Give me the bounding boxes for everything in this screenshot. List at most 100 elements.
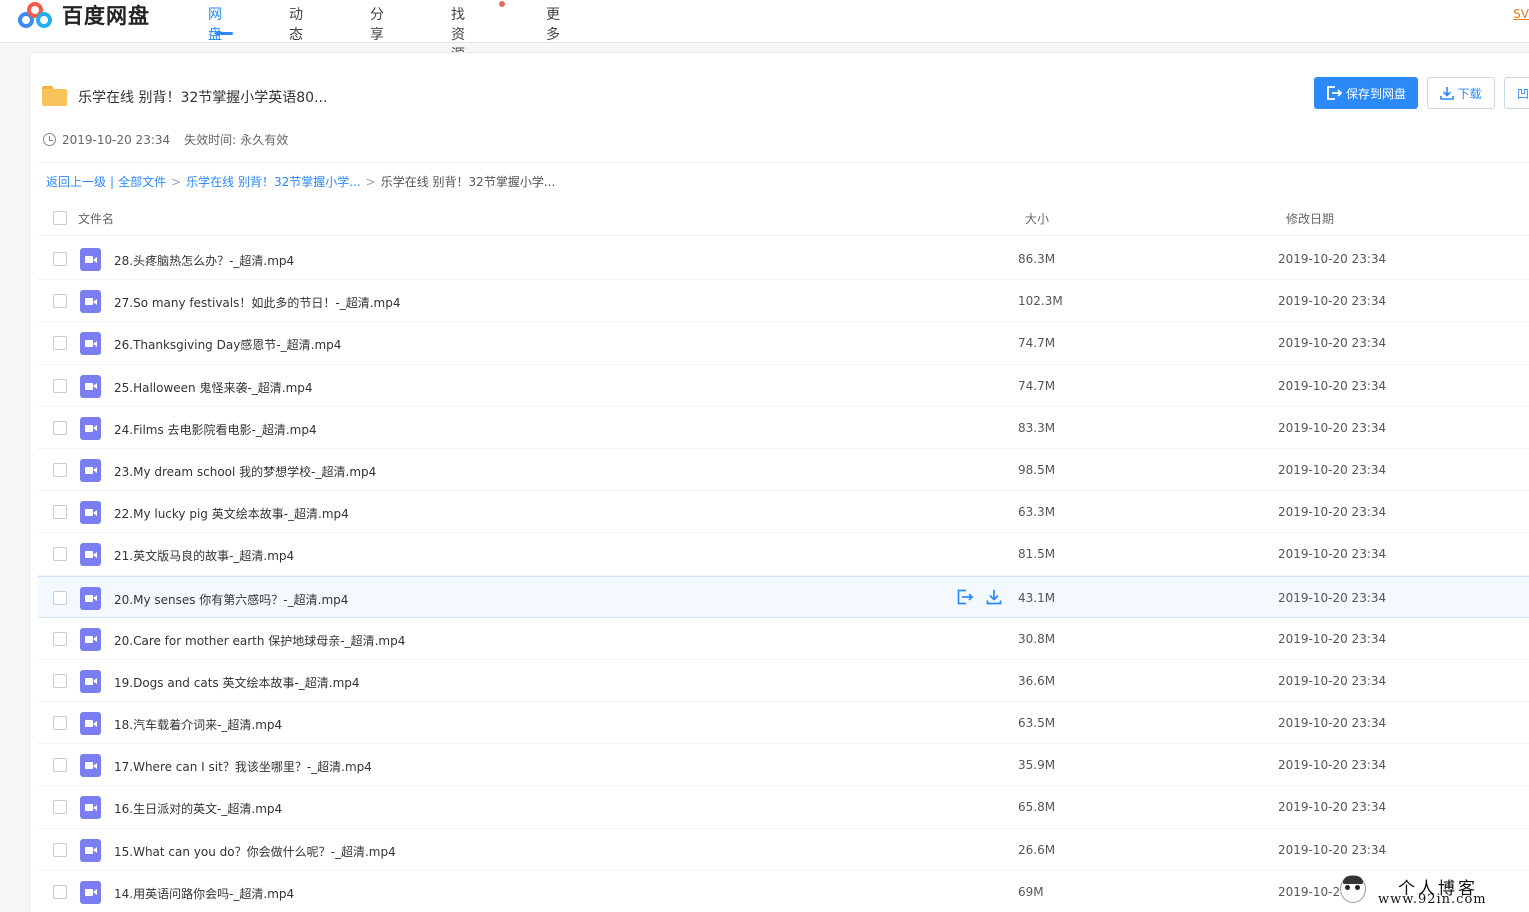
file-row[interactable]: 20.Care for mother earth 保护地球母亲-_超清.mp4 3… (38, 618, 1529, 660)
file-size: 81.5M (1018, 547, 1056, 562)
breadcrumb-parent-folder[interactable]: 乐学在线 别背！32节掌握小学... (186, 173, 361, 190)
file-name[interactable]: 27.So many festivals！如此多的节日！-_超清.mp4 (114, 294, 400, 311)
file-name[interactable]: 21.英文版马良的故事-_超清.mp4 (114, 547, 294, 564)
cloud-logo-icon (18, 0, 54, 30)
column-header-size[interactable]: 大小 (1025, 210, 1049, 227)
file-name[interactable]: 15.What can you do？你会做什么呢？-_超清.mp4 (114, 843, 396, 860)
file-name[interactable]: 14.用英语问路你会吗-_超清.mp4 (114, 885, 294, 902)
share-meta: 2019-10-20 23:34 失效时间: 永久有效 (43, 131, 288, 148)
row-checkbox[interactable] (53, 590, 67, 605)
breadcrumb-divider: | (110, 174, 115, 189)
row-checkbox[interactable] (53, 378, 67, 393)
file-name[interactable]: 26.Thanksgiving Day感恩节-_超清.mp4 (114, 336, 341, 353)
file-name[interactable]: 25.Halloween 鬼怪来袭-_超清.mp4 (114, 379, 313, 396)
nav-item-activity[interactable]: 动态 (289, 4, 303, 44)
row-checkbox[interactable] (53, 547, 67, 562)
file-name[interactable]: 24.Films 去电影院看电影-_超清.mp4 (114, 421, 317, 438)
file-row[interactable]: 23.My dream school 我的梦想学校-_超清.mp4 98.5M 20… (38, 449, 1529, 492)
file-size: 63.5M (1018, 716, 1056, 731)
file-name[interactable]: 28.头疼脑热怎么办？-_超清.mp4 (114, 252, 294, 269)
active-tab-indicator (215, 32, 233, 35)
row-checkbox[interactable] (53, 842, 67, 857)
file-name[interactable]: 18.汽车载着介词来-_超清.mp4 (114, 716, 282, 733)
nav-item-more[interactable]: 更多 (546, 4, 560, 44)
row-checkbox[interactable] (53, 462, 67, 477)
file-row[interactable]: 28.头疼脑热怎么办？-_超清.mp4 86.3M 2019-10-20 23:34 (38, 238, 1529, 281)
select-all-checkbox[interactable] (53, 211, 67, 225)
file-size: 102.3M (1018, 294, 1063, 309)
row-checkbox[interactable] (53, 505, 67, 520)
file-row[interactable]: 21.英文版马良的故事-_超清.mp4 81.5M 2019-10-20 23:34 (38, 533, 1529, 576)
download-icon[interactable] (986, 589, 1002, 605)
top-nav-bar: 百度网盘 网盘 动态 分享 找资源 更多 SV (0, 0, 1529, 63)
file-date: 2019-10-20 23:34 (1278, 716, 1387, 731)
file-date: 2019-10-20 23:34 (1278, 420, 1387, 435)
file-row[interactable]: 18.汽车载着介词来-_超清.mp4 63.5M 2019-10-20 23:34 (38, 702, 1529, 745)
file-row[interactable]: 22.My lucky pig 英文绘本故事-_超清.mp4 63.3M 2019-… (38, 491, 1529, 534)
video-file-icon (80, 627, 101, 651)
file-size: 83.3M (1018, 420, 1056, 435)
file-size: 74.7M (1018, 378, 1056, 393)
download-button[interactable]: 下载 (1427, 77, 1495, 109)
row-checkbox[interactable] (53, 716, 67, 731)
file-row[interactable]: 26.Thanksgiving Day感恩节-_超清.mp4 74.7M 2019-… (38, 322, 1529, 365)
file-name[interactable]: 22.My lucky pig 英文绘本故事-_超清.mp4 (114, 505, 349, 522)
file-row[interactable]: 27.So many festivals！如此多的节日！-_超清.mp4 102.… (38, 280, 1529, 323)
avatar (1340, 875, 1366, 903)
share-title: 乐学在线 别背！32节掌握小学英语80... (78, 90, 328, 106)
file-name[interactable]: 19.Dogs and cats 英文绘本故事-_超清.mp4 (114, 674, 360, 691)
row-checkbox[interactable] (53, 336, 67, 351)
file-size: 98.5M (1018, 462, 1056, 477)
video-file-icon (80, 669, 101, 693)
breadcrumb-back[interactable]: 返回上一级 (46, 173, 106, 190)
watermark-url: www.92in.com (1378, 892, 1487, 907)
breadcrumb: 返回上一级 | 全部文件 > 乐学在线 别背！32节掌握小学... > 乐学在线… (46, 173, 555, 190)
video-file-icon (80, 543, 101, 567)
download-button-label: 下载 (1457, 86, 1482, 101)
row-checkbox[interactable] (53, 673, 67, 688)
video-file-icon (80, 880, 101, 904)
row-checkbox[interactable] (53, 758, 67, 773)
save-to-netdisk-button[interactable]: 保存到网盘 (1314, 77, 1418, 109)
row-checkbox[interactable] (53, 884, 67, 899)
row-checkbox[interactable] (53, 420, 67, 435)
nav-item-netdisk[interactable]: 网盘 (208, 4, 222, 44)
file-row[interactable]: 16.生日派对的英文-_超清.mp4 65.8M 2019-10-20 23:34 (38, 786, 1529, 829)
video-file-icon (80, 290, 101, 314)
breadcrumb-all-files[interactable]: 全部文件 (118, 173, 166, 190)
file-size: 65.8M (1018, 800, 1056, 815)
file-name[interactable]: 16.生日派对的英文-_超清.mp4 (114, 800, 282, 817)
video-file-icon (80, 416, 101, 440)
file-size: 74.7M (1018, 336, 1056, 351)
file-row[interactable]: 25.Halloween 鬼怪来袭-_超清.mp4 74.7M 2019-10-20… (38, 365, 1529, 407)
breadcrumb-current-folder: 乐学在线 别背！32节掌握小学... (380, 175, 556, 189)
file-name[interactable]: 20.My senses 你有第六感吗？-_超清.mp4 (114, 591, 348, 608)
row-checkbox[interactable] (53, 800, 67, 815)
file-name[interactable]: 20.Care for mother earth 保护地球母亲-_超清.mp4 (114, 632, 405, 649)
logo[interactable]: 百度网盘 (18, 0, 150, 30)
user-link[interactable]: SV (1513, 7, 1529, 21)
file-name[interactable]: 23.My dream school 我的梦想学校-_超清.mp4 (114, 463, 376, 480)
row-checkbox[interactable] (53, 294, 67, 309)
file-row[interactable]: 19.Dogs and cats 英文绘本故事-_超清.mp4 36.6M 2019… (38, 660, 1529, 703)
save-icon[interactable] (956, 589, 974, 605)
more-button-label: 凹 (1517, 86, 1529, 101)
more-actions-button[interactable]: 凹 (1504, 77, 1529, 109)
file-row[interactable]: 20.My senses 你有第六感吗？-_超清.mp4 43.1M 2019-10… (38, 575, 1529, 618)
file-row[interactable]: 14.用英语问路你会吗-_超清.mp4 69M 2019-10-2 (38, 871, 1529, 912)
expire-label: 失效时间: (184, 133, 237, 147)
column-header-name[interactable]: 文件名 (78, 210, 114, 227)
video-file-icon (80, 248, 101, 271)
file-date: 2019-10-20 23:34 (1278, 800, 1387, 815)
row-checkbox[interactable] (53, 631, 67, 646)
video-file-icon (80, 586, 101, 610)
file-name[interactable]: 17.Where can I sit？我该坐哪里？-_超清.mp4 (114, 758, 372, 775)
file-row[interactable]: 15.What can you do？你会做什么呢？-_超清.mp4 26.6M 2… (38, 829, 1529, 871)
file-row[interactable]: 24.Films 去电影院看电影-_超清.mp4 83.3M 2019-10-20 … (38, 407, 1529, 449)
file-size: 36.6M (1018, 673, 1056, 688)
file-list: 28.头疼脑热怎么办？-_超清.mp4 86.3M 2019-10-20 23:34… (38, 238, 1529, 912)
row-checkbox[interactable] (53, 252, 67, 266)
nav-item-share[interactable]: 分享 (370, 4, 384, 44)
file-row[interactable]: 17.Where can I sit？我该坐哪里？-_超清.mp4 35.9M 20… (38, 744, 1529, 787)
column-header-date[interactable]: 修改日期 (1286, 210, 1334, 227)
